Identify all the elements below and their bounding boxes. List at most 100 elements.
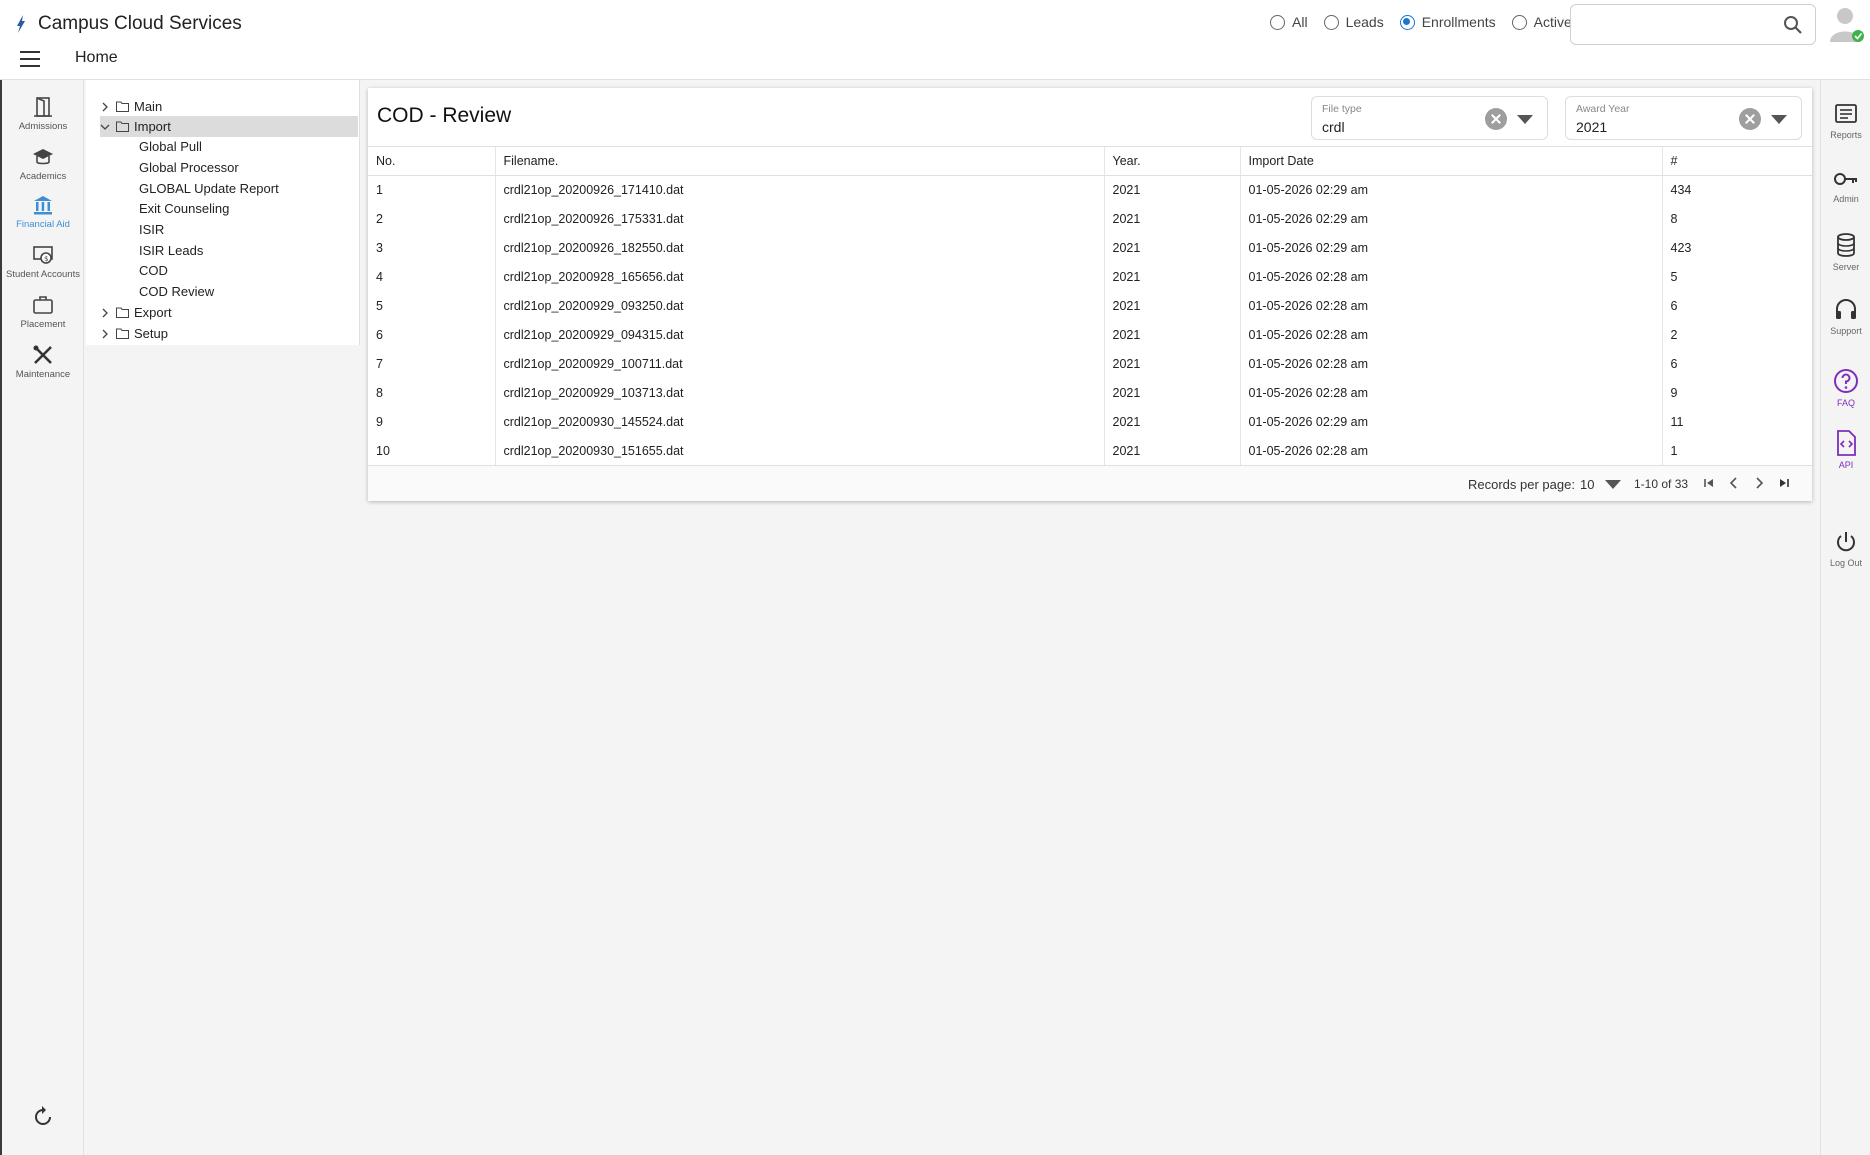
cell-count: 11 — [1661, 407, 1812, 437]
filter-active-radio[interactable]: Active — [1511, 14, 1572, 30]
refresh-icon[interactable] — [31, 1105, 55, 1129]
award-year-value: 2021 — [1576, 119, 1608, 135]
award-year-label: Award Year — [1576, 103, 1630, 115]
table-row[interactable]: 5 crdl21op_20200929_093250.dat 2021 01-05-2… — [368, 291, 1812, 321]
nav-academics[interactable]: Academics — [2, 146, 84, 182]
graduation-cap-icon — [33, 149, 53, 165]
dropdown-arrow-icon[interactable] — [1517, 115, 1533, 124]
records-per-page-dropdown-icon[interactable] — [1605, 480, 1621, 489]
next-page-icon[interactable] — [1752, 476, 1766, 490]
module-nav: Admissions Academics Financial Aid $ Stu… — [0, 80, 84, 1155]
chevron-right-icon — [102, 102, 108, 111]
records-per-page-value[interactable]: 10 — [1580, 477, 1594, 492]
cell-no: 1 — [376, 183, 383, 198]
table-row[interactable]: 3 crdl21op_20200926_182550.dat 2021 01-05-2… — [368, 233, 1812, 263]
cell-no: 8 — [376, 386, 383, 400]
column-header-count[interactable]: # — [1661, 146, 1812, 176]
tree-node-setup[interactable]: Setup — [100, 323, 356, 344]
cell-year: 2021 — [1103, 262, 1240, 292]
rail-reports[interactable]: Reports — [1821, 102, 1870, 140]
rail-server[interactable]: Server — [1821, 232, 1870, 272]
cell-import-date: 01-05-2026 02:28 am — [1239, 378, 1662, 408]
rail-admin[interactable]: Admin — [1821, 168, 1870, 204]
tree-node-import[interactable]: Import — [100, 116, 358, 137]
filter-leads-radio[interactable]: Leads — [1323, 14, 1384, 30]
table-row[interactable]: 10 crdl21op_20200930_151655.dat 2021 01-05-… — [368, 436, 1812, 466]
table-row[interactable]: 8 crdl21op_20200929_103713.dat 2021 01-05-2… — [368, 378, 1812, 408]
dropdown-arrow-icon[interactable] — [1771, 115, 1787, 124]
nav-financial-aid[interactable]: Financial Aid — [2, 194, 84, 230]
column-header-import-date[interactable]: Import Date — [1239, 146, 1662, 176]
table-row[interactable]: 9 crdl21op_20200930_145524.dat 2021 01-05-2… — [368, 407, 1812, 437]
radio-icon — [1323, 14, 1339, 30]
home-breadcrumb[interactable]: Home — [75, 49, 118, 67]
cell-count: 1 — [1661, 436, 1812, 466]
tree-node-export[interactable]: Export — [100, 302, 356, 323]
table-row[interactable]: 4 crdl21op_20200928_165656.dat 2021 01-05-2… — [368, 262, 1812, 292]
tree-item-global-update-report[interactable]: GLOBAL Update Report — [139, 181, 279, 196]
clear-icon[interactable] — [1739, 108, 1761, 130]
table-row[interactable]: 7 crdl21op_20200929_100711.dat 2021 01-05-2… — [368, 349, 1812, 379]
first-page-icon[interactable] — [1702, 476, 1716, 490]
nav-placement[interactable]: Placement — [2, 294, 84, 330]
cell-count: 8 — [1661, 204, 1812, 234]
previous-page-icon[interactable] — [1727, 476, 1741, 490]
code-file-icon — [1837, 430, 1856, 456]
cell-import-date: 01-05-2026 02:29 am — [1239, 204, 1662, 234]
filter-all-radio[interactable]: All — [1270, 14, 1308, 30]
cell-year: 2021 — [1103, 407, 1240, 437]
table-row[interactable]: 6 crdl21op_20200929_094315.dat 2021 01-05-2… — [368, 320, 1812, 350]
file-type-select[interactable]: File type crdl — [1311, 96, 1548, 140]
tree-item-isir-leads[interactable]: ISIR Leads — [139, 243, 203, 258]
menu-icon[interactable] — [20, 51, 40, 67]
tree-item-global-processor[interactable]: Global Processor — [139, 160, 239, 175]
tree-node-main[interactable]: Main — [100, 96, 356, 117]
chevron-down-icon — [100, 124, 110, 130]
tools-icon — [33, 345, 52, 364]
chevron-right-icon — [102, 329, 108, 338]
clear-icon[interactable] — [1485, 108, 1507, 130]
cell-year: 2021 — [1103, 175, 1240, 205]
door-icon — [34, 97, 52, 117]
cell-year: 2021 — [1103, 378, 1240, 408]
search-input[interactable] — [1579, 5, 1779, 43]
rail-api[interactable]: API — [1821, 430, 1870, 470]
nav-maintenance[interactable]: Maintenance — [2, 344, 84, 380]
avatar[interactable] — [1828, 4, 1866, 44]
tree-item-exit-counseling[interactable]: Exit Counseling — [139, 201, 229, 216]
cell-filename: crdl21op_20200926_175331.dat — [494, 204, 1104, 234]
headset-icon — [1836, 299, 1856, 319]
table-row[interactable]: 2 crdl21op_20200926_175331.dat 2021 01-05-2… — [368, 204, 1812, 234]
tree-item-global-pull[interactable]: Global Pull — [139, 139, 202, 154]
filter-enrollments-radio[interactable]: Enrollments — [1399, 14, 1496, 30]
rail-support[interactable]: Support — [1821, 298, 1870, 336]
nav-admissions[interactable]: Admissions — [2, 96, 84, 132]
rail-logout[interactable]: Log Out — [1821, 530, 1870, 568]
tree-item-cod[interactable]: COD — [139, 263, 168, 278]
tree-item-isir[interactable]: ISIR — [139, 222, 164, 237]
tree-item-cod-review[interactable]: COD Review — [139, 284, 214, 299]
cell-no: 5 — [376, 299, 383, 313]
search-icon[interactable] — [1783, 15, 1803, 35]
nav-student-accounts[interactable]: $ Student Accounts — [2, 244, 84, 280]
folder-icon — [116, 101, 129, 112]
folder-icon — [116, 307, 129, 318]
cell-count: 423 — [1661, 233, 1812, 263]
column-header-no[interactable]: No. — [368, 146, 495, 176]
cell-import-date: 01-05-2026 02:28 am — [1239, 262, 1662, 292]
cell-import-date: 01-05-2026 02:28 am — [1239, 436, 1662, 466]
reports-icon — [1835, 104, 1857, 123]
navigation-tree: Main Import Global Pull Global Processor… — [86, 80, 360, 345]
last-page-icon[interactable] — [1777, 476, 1791, 490]
table-row[interactable]: 1 crdl21op_20200926_171410.dat 2021 01-05-2… — [368, 175, 1812, 205]
column-header-year[interactable]: Year. — [1103, 146, 1240, 176]
column-header-filename[interactable]: Filename. — [494, 146, 1104, 176]
rail-faq[interactable]: FAQ — [1821, 368, 1870, 408]
cell-filename: crdl21op_20200929_094315.dat — [494, 320, 1104, 350]
cell-import-date: 01-05-2026 02:28 am — [1239, 349, 1662, 379]
award-year-select[interactable]: Award Year 2021 — [1565, 96, 1802, 140]
cell-no: 6 — [376, 328, 383, 342]
cell-year: 2021 — [1103, 436, 1240, 466]
svg-text:$: $ — [44, 255, 48, 263]
cell-count: 6 — [1661, 291, 1812, 321]
